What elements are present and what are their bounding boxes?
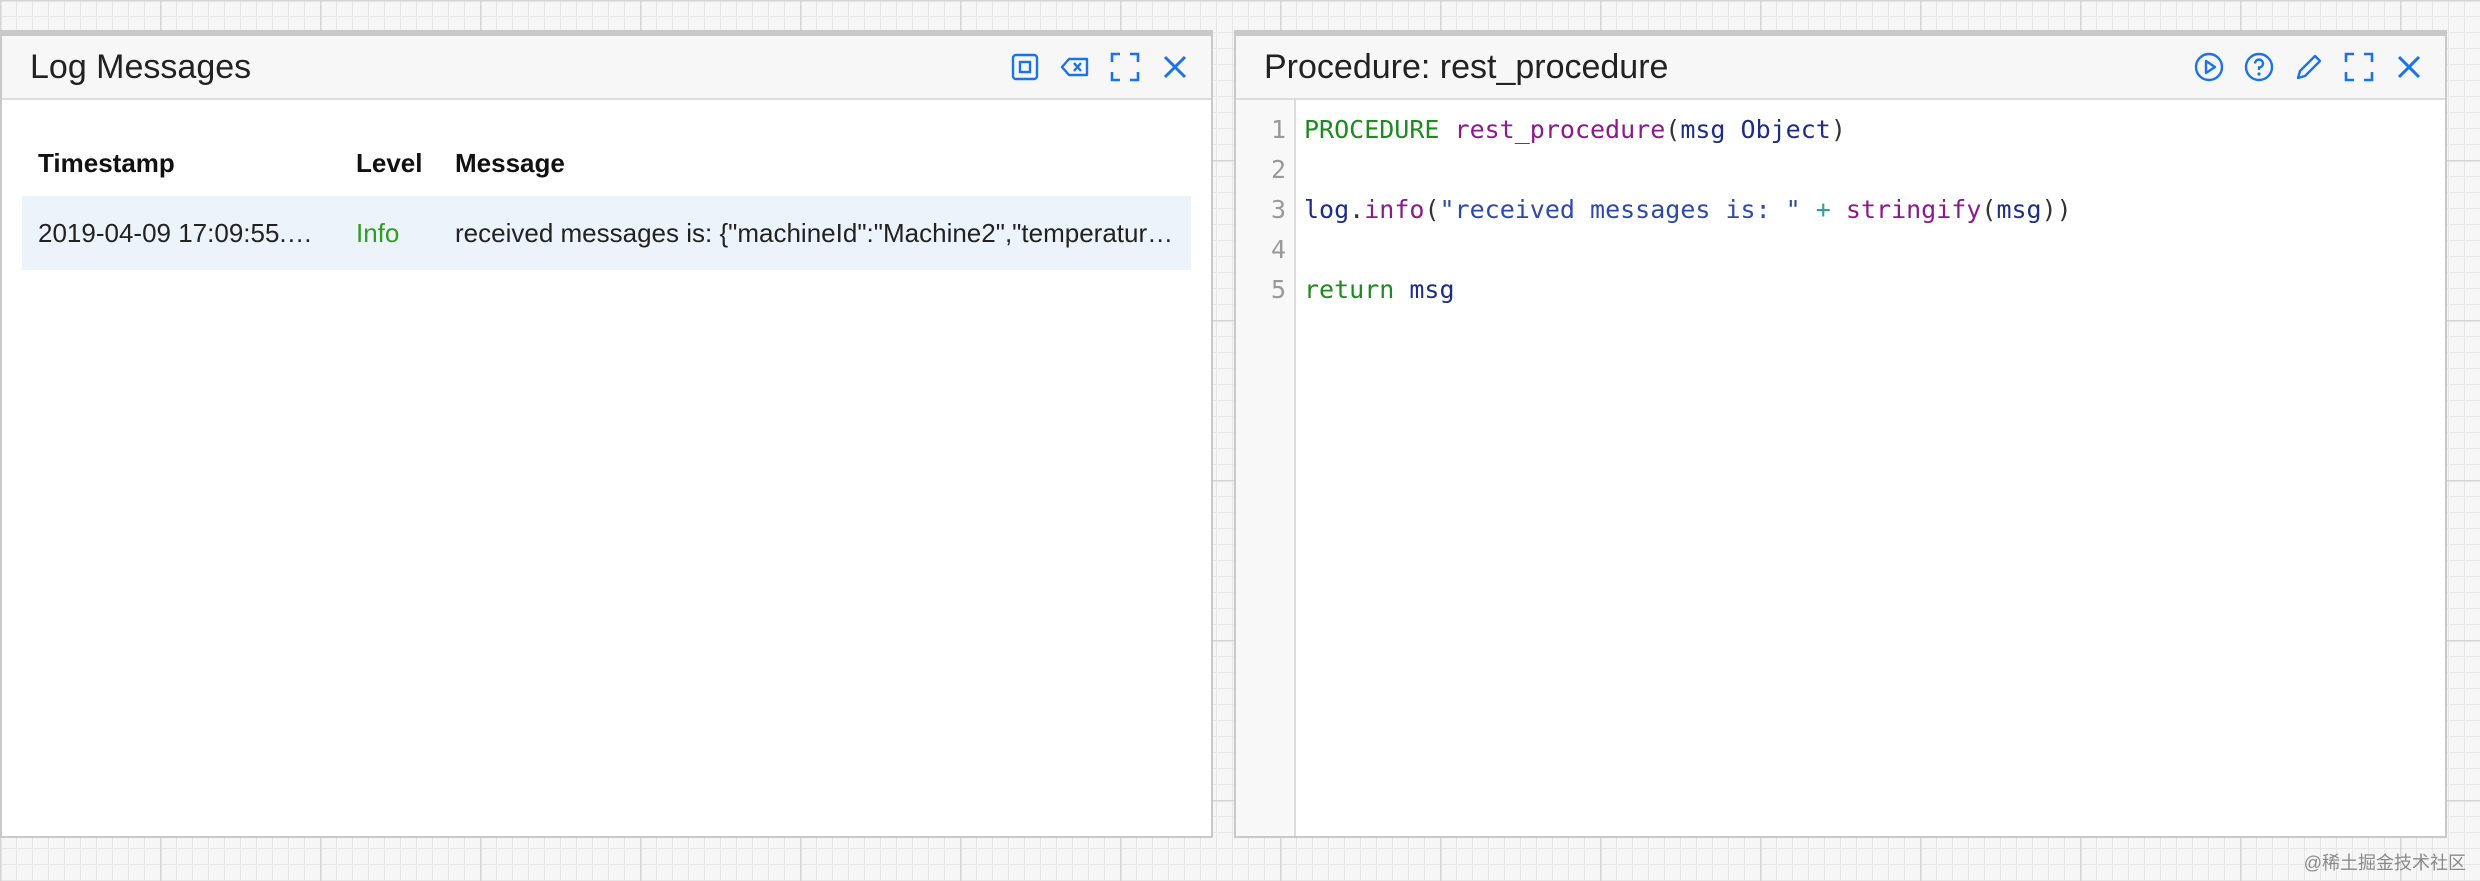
- code-parameter: msg Object: [1680, 115, 1831, 144]
- code-punctuation: (: [1981, 195, 1997, 224]
- code-variable: msg: [1409, 275, 1455, 304]
- log-message: received messages is: {"machineId":"Mach…: [455, 217, 1191, 248]
- table-row[interactable]: 2019-04-09 17:09:55.637 Info received me…: [22, 196, 1191, 270]
- column-header-timestamp[interactable]: Timestamp: [22, 130, 340, 196]
- code-punctuation: (: [1665, 115, 1681, 144]
- code-line: log.info("received messages is: " + stri…: [1304, 190, 2072, 230]
- procedure-panel-toolbar: [2193, 51, 2425, 83]
- code-punctuation: ): [1830, 115, 1846, 144]
- column-header-level[interactable]: Level: [340, 130, 439, 196]
- column-header-message[interactable]: Message: [439, 130, 1191, 196]
- procedure-panel: Procedure: rest_procedure 1 2 3 4 5 PROC…: [1234, 30, 2447, 838]
- code-function-name: stringify: [1845, 195, 1982, 224]
- log-table: Timestamp Level Message 2019-04-09 17:09…: [22, 130, 1191, 270]
- code-keyword: PROCEDURE: [1304, 115, 1440, 144]
- line-number: 4: [1270, 235, 1286, 264]
- log-timestamp: 2019-04-09 17:09:55.637: [38, 217, 331, 248]
- watermark: @稀土掘金技术社区: [2303, 853, 2466, 873]
- clear-log-icon[interactable]: [1059, 51, 1091, 83]
- line-number-gutter: 1 2 3 4 5: [1236, 100, 1296, 836]
- close-icon[interactable]: [1159, 51, 1191, 83]
- code-object: log: [1304, 195, 1350, 224]
- log-table-header: Timestamp Level Message: [22, 130, 1191, 196]
- log-panel-toolbar: [1009, 51, 1191, 83]
- help-icon[interactable]: [2243, 51, 2275, 83]
- log-table-container: Timestamp Level Message 2019-04-09 17:09…: [2, 100, 1211, 270]
- log-level: Info: [356, 217, 400, 248]
- line-number: 5: [1270, 275, 1286, 304]
- code-function-name: rest_procedure: [1454, 115, 1666, 144]
- code-punctuation: (: [1424, 195, 1440, 224]
- line-number: 3: [1270, 195, 1286, 224]
- log-panel-title: Log Messages: [30, 47, 252, 86]
- code-line: PROCEDURE rest_procedure(msg Object): [1304, 110, 2072, 150]
- line-number: 1: [1270, 115, 1286, 144]
- run-icon[interactable]: [2193, 51, 2225, 83]
- log-messages-panel: Log Messages Timestamp Level Message 201…: [0, 30, 1213, 838]
- code-function-name: info: [1364, 195, 1425, 224]
- procedure-panel-header: Procedure: rest_procedure: [1236, 36, 2445, 100]
- code-editor[interactable]: 1 2 3 4 5 PROCEDURE rest_procedure(msg O…: [1236, 100, 2445, 836]
- log-panel-header: Log Messages: [2, 36, 1211, 100]
- line-number: 2: [1270, 155, 1286, 184]
- expand-icon[interactable]: [2343, 51, 2375, 83]
- code-area[interactable]: PROCEDURE rest_procedure(msg Object) log…: [1296, 100, 2072, 836]
- code-string: "received messages is: ": [1439, 195, 1801, 224]
- code-punctuation: )): [2041, 195, 2072, 224]
- clear-filter-icon[interactable]: [1009, 51, 1041, 83]
- edit-icon[interactable]: [2293, 51, 2325, 83]
- code-operator: +: [1815, 195, 1831, 224]
- expand-icon[interactable]: [1109, 51, 1141, 83]
- close-icon[interactable]: [2393, 51, 2425, 83]
- code-variable: msg: [1996, 195, 2042, 224]
- procedure-panel-title: Procedure: rest_procedure: [1264, 47, 1669, 86]
- code-keyword: return: [1304, 275, 1395, 304]
- code-punctuation: .: [1349, 195, 1365, 224]
- code-line: return msg: [1304, 270, 2072, 310]
